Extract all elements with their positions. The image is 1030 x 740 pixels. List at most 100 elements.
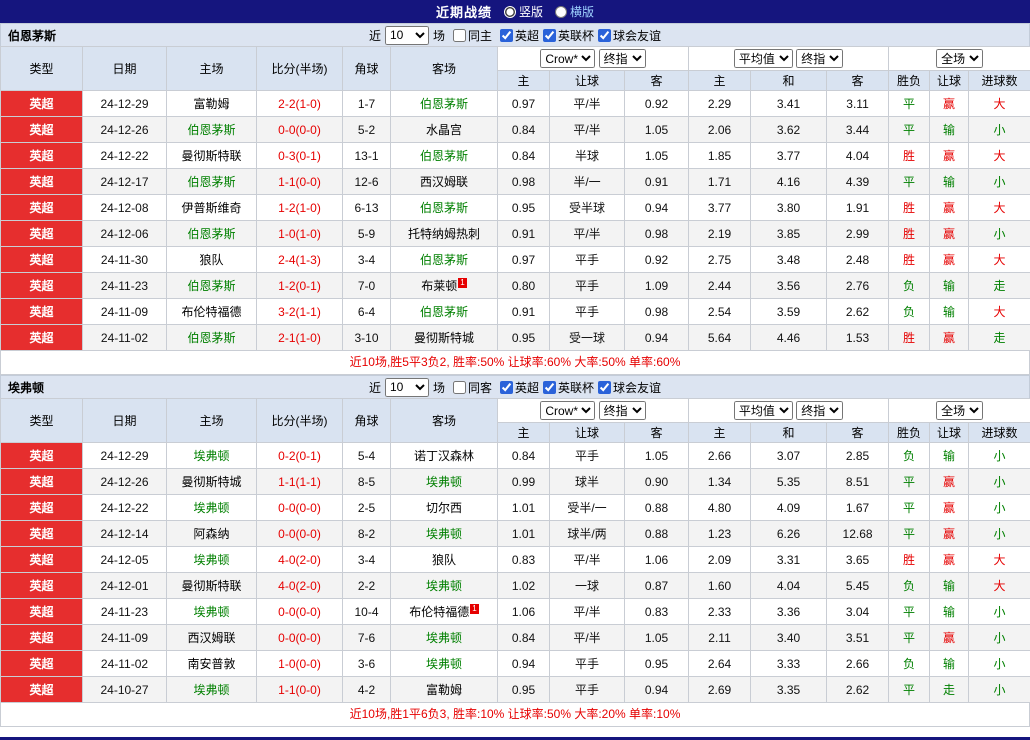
average-select[interactable]: 平均值 (734, 49, 793, 68)
avg-away-cell: 2.62 (827, 677, 889, 703)
avg-away-cell: 3.44 (827, 117, 889, 143)
odds-final-select[interactable]: 终指 (599, 401, 646, 420)
date-cell: 24-12-05 (83, 547, 167, 573)
goals-result-cell: 大 (969, 91, 1030, 117)
summary-text: 近10场,胜1平6负3, 胜率:10% 让球率:50% 大率:20% 单率:10… (350, 707, 681, 721)
score-cell: 0-0(0-0) (257, 625, 343, 651)
vertical-layout-radio[interactable] (504, 6, 516, 18)
average-select[interactable]: 平均值 (734, 401, 793, 420)
handicap-result-cell: 赢 (930, 325, 969, 351)
result-cell: 负 (889, 443, 930, 469)
league-cell: 英超 (1, 469, 83, 495)
corner-cell: 6-4 (343, 299, 391, 325)
league-filter-checkbox[interactable] (500, 381, 513, 394)
odds-final-select[interactable]: 终指 (599, 49, 646, 68)
bookmaker-select[interactable]: Crow* (540, 49, 595, 68)
date-cell: 24-12-14 (83, 521, 167, 547)
team-sections: 伯恩茅斯 近 10 场 同主 英超英联杯球会友谊 (0, 23, 1030, 727)
league-filter-checkbox[interactable] (598, 29, 611, 42)
goals-result-cell: 大 (969, 195, 1030, 221)
league-filter[interactable]: 英超 (496, 27, 539, 44)
odds-home-cell: 0.97 (498, 247, 550, 273)
col-odds-away: 客 (625, 71, 689, 91)
col-handicap-result: 让球 (930, 423, 969, 443)
avg-away-cell: 3.04 (827, 599, 889, 625)
games-count-select[interactable]: 10 (385, 378, 429, 397)
same-venue-filter[interactable]: 同主 (449, 27, 492, 44)
average-final-select[interactable]: 终指 (796, 49, 843, 68)
fulltime-select[interactable]: 全场 (936, 49, 983, 68)
odds-home-cell: 0.97 (498, 91, 550, 117)
games-count-select[interactable]: 10 (385, 26, 429, 45)
home-team-cell: 伯恩茅斯 (167, 325, 257, 351)
result-cell: 负 (889, 273, 930, 299)
col-goals: 进球数 (969, 71, 1030, 91)
results-body: 英超24-12-29富勒姆2-2(1-0)1-7伯恩茅斯0.97平/半0.922… (1, 91, 1030, 351)
odds-away-cell: 1.05 (625, 443, 689, 469)
col-goals: 进球数 (969, 423, 1030, 443)
away-team-cell: 埃弗顿 (391, 469, 498, 495)
corner-cell: 3-6 (343, 651, 391, 677)
team-section: 埃弗顿 近 10 场 同客 英超英联杯球会友谊 (0, 375, 1030, 727)
odds-away-cell: 0.83 (625, 599, 689, 625)
same-filter-checkbox[interactable] (453, 381, 466, 394)
league-filter[interactable]: 英联杯 (539, 27, 594, 44)
league-filter[interactable]: 英超 (496, 379, 539, 396)
league-filter-checkbox[interactable] (500, 29, 513, 42)
summary-row: 近10场,胜5平3负2, 胜率:50% 让球率:60% 大率:50% 单率:60… (0, 351, 1030, 375)
horizontal-layout-radio[interactable] (555, 6, 567, 18)
league-filter-checkbox[interactable] (543, 381, 556, 394)
col-score: 比分(半场) (257, 399, 343, 443)
layout-vertical-option[interactable]: 竖版 (504, 3, 543, 20)
away-team-cell: 水晶宫 (391, 117, 498, 143)
team-section: 伯恩茅斯 近 10 场 同主 英超英联杯球会友谊 (0, 23, 1030, 375)
home-team-cell: 伯恩茅斯 (167, 117, 257, 143)
avg-home-cell: 2.19 (689, 221, 751, 247)
avg-draw-cell: 4.09 (751, 495, 827, 521)
result-cell: 平 (889, 169, 930, 195)
avg-away-cell: 5.45 (827, 573, 889, 599)
odds-group-header: Crow* 终指 (498, 47, 689, 71)
results-body: 英超24-12-29埃弗顿0-2(0-1)5-4诺丁汉森林0.84平手1.052… (1, 443, 1030, 703)
avg-home-cell: 2.06 (689, 117, 751, 143)
match-row: 英超24-12-08伊普斯维奇1-2(1-0)6-13伯恩茅斯0.95受半球0.… (1, 195, 1030, 221)
odds-handicap-cell: 平/半 (550, 221, 625, 247)
league-filter-checkbox[interactable] (543, 29, 556, 42)
odds-away-cell: 0.87 (625, 573, 689, 599)
summary-row: 近10场,胜1平6负3, 胜率:10% 让球率:50% 大率:20% 单率:10… (0, 703, 1030, 727)
corner-cell: 8-2 (343, 521, 391, 547)
handicap-result-cell: 输 (930, 299, 969, 325)
avg-draw-cell: 3.41 (751, 91, 827, 117)
league-cell: 英超 (1, 169, 83, 195)
league-filter-label: 英超 (515, 27, 539, 44)
fulltime-select[interactable]: 全场 (936, 401, 983, 420)
corner-cell: 5-4 (343, 443, 391, 469)
goals-result-cell: 大 (969, 143, 1030, 169)
avg-home-cell: 2.66 (689, 443, 751, 469)
average-final-select[interactable]: 终指 (796, 401, 843, 420)
away-team-cell: 西汉姆联 (391, 169, 498, 195)
league-filter[interactable]: 球会友谊 (594, 379, 661, 396)
odds-away-cell: 0.95 (625, 651, 689, 677)
col-type: 类型 (1, 399, 83, 443)
odds-handicap-cell: 平手 (550, 299, 625, 325)
away-team-cell: 伯恩茅斯 (391, 299, 498, 325)
goals-result-cell: 小 (969, 599, 1030, 625)
goals-result-cell: 小 (969, 221, 1030, 247)
same-filter-checkbox[interactable] (453, 29, 466, 42)
avg-away-cell: 2.76 (827, 273, 889, 299)
score-cell: 1-0(1-0) (257, 221, 343, 247)
odds-home-cell: 0.99 (498, 469, 550, 495)
league-filter-label: 球会友谊 (613, 27, 661, 44)
odds-away-cell: 0.98 (625, 221, 689, 247)
league-filter[interactable]: 球会友谊 (594, 27, 661, 44)
odds-home-cell: 0.80 (498, 273, 550, 299)
league-filter-checkbox[interactable] (598, 381, 611, 394)
avg-away-cell: 1.67 (827, 495, 889, 521)
result-cell: 胜 (889, 247, 930, 273)
bookmaker-select[interactable]: Crow* (540, 401, 595, 420)
layout-horizontal-option[interactable]: 横版 (555, 3, 594, 20)
same-venue-filter[interactable]: 同客 (449, 379, 492, 396)
league-filter[interactable]: 英联杯 (539, 379, 594, 396)
home-team-cell: 曼彻斯特联 (167, 143, 257, 169)
